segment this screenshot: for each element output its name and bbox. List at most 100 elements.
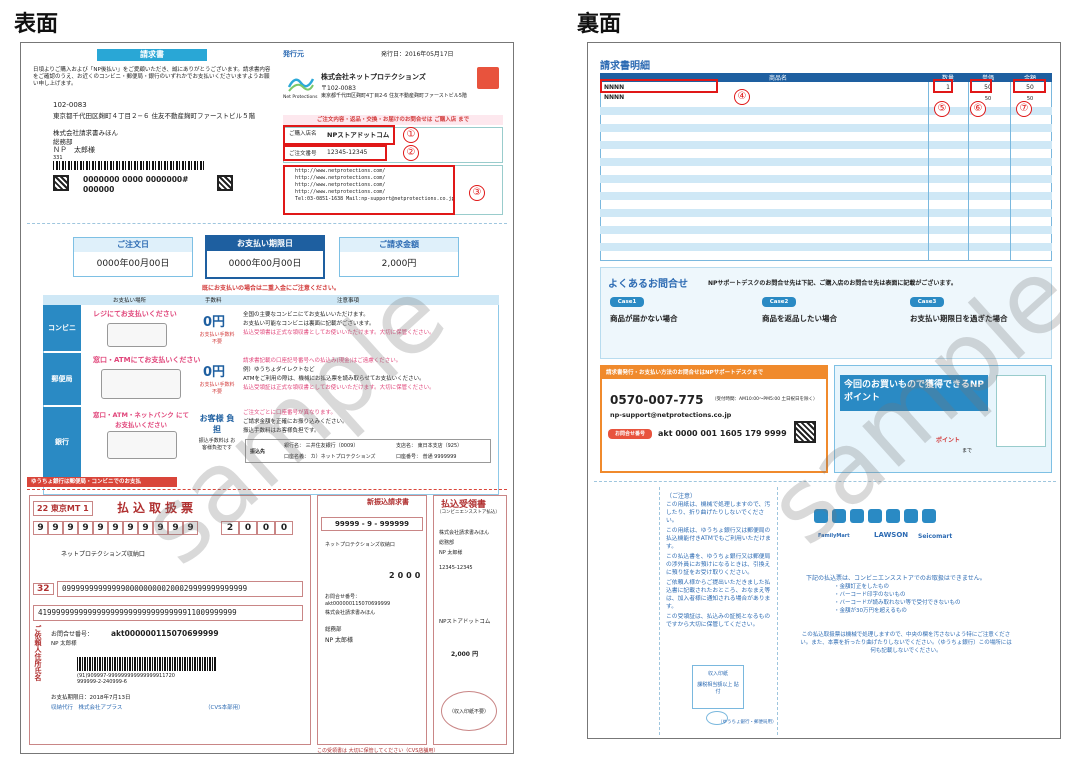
- detail-stripe: [600, 209, 1052, 217]
- recipient-postal: 102-0083: [53, 101, 87, 109]
- notice-item: ご依頼人様からご提出いただきました払込書に記載されたおところ、おなまえ等は、加入…: [666, 580, 771, 610]
- slip-code-2: 32: [33, 583, 54, 595]
- case3-tag: Case3: [910, 297, 944, 307]
- register-illustration: [107, 323, 167, 347]
- digit-cell: 9: [93, 521, 108, 535]
- cvs-note: ・金額が30万円を超えるもの: [834, 608, 907, 614]
- intro-text: 日頃よりご購入および「NP後払い」をご愛顧いただき、誠にありがとうございます。請…: [33, 67, 271, 87]
- row-item: NNNN: [604, 94, 625, 101]
- cvs-note-title: 下記の払込票は、コンビニエンスストアでのお取扱はできません。: [806, 575, 986, 582]
- cvs-note: ・バーコードが読み取れない等で受付できないもの: [834, 600, 961, 606]
- slip-title: 払込取扱票: [117, 501, 198, 515]
- company-logo: [287, 73, 315, 93]
- bank-account: 口座番号： 普通 9999999: [396, 454, 457, 460]
- marker-7: ⑦: [1016, 101, 1032, 117]
- digit-cell: 9: [183, 521, 198, 535]
- company-postal: 〒102-0083: [321, 85, 356, 92]
- place-convenience: コンビニ: [43, 305, 81, 351]
- receipt-right-company: 株式会社請求書みほん: [439, 530, 490, 536]
- post-fee: 0円: [203, 365, 226, 380]
- logo-caption: Net Protections: [283, 95, 318, 100]
- digit-cell: 9: [138, 521, 153, 535]
- point-label: ポイント: [936, 437, 961, 444]
- receipt-payee: ネットプロテクションズ収納口: [325, 542, 395, 548]
- detail-stripe: [600, 141, 1052, 149]
- conv-notes: 全国の主要なコンビニにてお支払いいただけます。 お支払い可能なコンビニは裏面に記…: [243, 311, 493, 338]
- bank-holder: 口座名義： カ）ネットプロテクションズ: [284, 454, 376, 460]
- marker-box-5: [933, 79, 953, 93]
- note-line: 振込手数料はお客様負担です。: [243, 428, 320, 434]
- order-date-label: ご注文日: [74, 238, 192, 252]
- place-post-office: 郵便局: [43, 353, 81, 405]
- barcode-number-1: 0000000 0000 0000000#: [83, 175, 189, 184]
- receipt-digits: 99999 - 9 - 999999: [321, 517, 423, 531]
- slip-np-taro: NP 太郎様: [51, 641, 77, 647]
- detail-stripe: [600, 124, 1052, 132]
- receipt-amount: 2000: [389, 571, 424, 580]
- order-date-box: ご注文日 0000年00月00日: [73, 237, 193, 277]
- brand-badge: [477, 67, 499, 89]
- company-address: 東京都千代田区麹町4丁目2-6 住友不動産麹町ファーストビル5階: [321, 93, 467, 99]
- detail-stripe: [600, 158, 1052, 166]
- case2-text: 商品を返品したい場合: [762, 314, 837, 323]
- atm-illustration: [101, 369, 181, 399]
- digit-cell: 2: [221, 521, 239, 535]
- invoice-title: 請求書: [97, 49, 207, 61]
- digit-cell: 9: [33, 521, 48, 535]
- post-title: 窓口・ATMにてお支払いください: [93, 356, 201, 364]
- store-logo-icon: [904, 509, 918, 523]
- slip-number-label: お問合せ番号：: [51, 631, 94, 638]
- stub-bar: ゆうちょ銀行は郵便局・コンビニでのお支払: [27, 477, 177, 487]
- inquiry-note: ご注文内容・返品・交換・お届けのお問合せは ご購入店 まで: [283, 115, 503, 125]
- front-page: 請求書 日頃よりご購入および「NP後払い」をご愛顧いただき、誠にありがとうござい…: [20, 42, 514, 754]
- support-hours: （受付時間：AM10:00〜PM5:00 土日祝日を除く）: [712, 397, 818, 402]
- store-logo-icon: [832, 509, 846, 523]
- receipt-right-name: NP 太郎様: [439, 550, 463, 556]
- marker-1: ①: [403, 127, 419, 143]
- amount-value: 2,000円: [381, 259, 417, 269]
- marker-box-4: [600, 79, 718, 93]
- recipient-name: ＮＰ 太郎様: [53, 146, 95, 154]
- point-phone-illustration: [996, 375, 1046, 447]
- issuer-label: 発行元: [283, 50, 304, 58]
- support-number-label: お問合せ番号: [608, 429, 652, 439]
- faq-title: よくあるお問合せ: [608, 279, 688, 290]
- marker-2: ②: [403, 145, 419, 161]
- point-title: 今回のお買いもので獲得できるNPポイント: [840, 375, 988, 411]
- notice-item: この払込書を、ゆうちょ銀行又は郵便局の渉外員にお預けになるときは、引換えに預り証…: [666, 554, 771, 576]
- receipt-company: 株式会社請求書みほん: [325, 610, 376, 616]
- store-lawson: LAWSON: [874, 531, 909, 539]
- support-mail: np-support@netprotections.co.jp: [610, 411, 732, 419]
- store-logo-icon: [850, 509, 864, 523]
- conv-fee: 0円: [203, 315, 226, 330]
- marker-box-7: [1013, 79, 1046, 93]
- store-logo-icon: [814, 509, 828, 523]
- store-logo-icon: [886, 509, 900, 523]
- slip-print-date: お支払期限日：2018年7月13日: [51, 695, 131, 701]
- support-number: akt 0000 001 1605 179 9999: [658, 429, 787, 438]
- digit-cell: 9: [48, 521, 63, 535]
- support-tel: 0570-007-775: [610, 393, 704, 407]
- detail-stripe: [600, 243, 1052, 251]
- recipient-address: 東京都千代田区麹町４丁目２−６ 住友不動産麹町ファーストビル５階: [53, 112, 256, 120]
- payment-note: 既にお支払いの場合は二重入金にご注意ください。: [202, 285, 340, 292]
- conv-fee-sub: お支払い手数料 不要: [199, 332, 235, 345]
- post-fee-sub: お支払い手数料 不要: [199, 382, 235, 395]
- receipt-new-title: 新振込請求書: [367, 498, 409, 506]
- receipt-right-order: 12345-12345: [439, 565, 473, 571]
- support-box: [600, 365, 828, 473]
- receipt-name: NP 太郎様: [325, 637, 354, 644]
- bank-fee: お客様 負担: [199, 414, 235, 434]
- barcode-number-2: 000000: [83, 185, 115, 194]
- digit-cell: 9: [108, 521, 123, 535]
- note-line: ATMをご利用の際は、機械にお払込票を読み取らせてお支払いください。: [243, 376, 425, 382]
- receipt-total: 2,000 円: [451, 651, 479, 658]
- note-line: 請求書記載の口座記号番号への払込み(現金)はご遠慮ください。: [243, 358, 402, 364]
- point-until: まで: [962, 448, 973, 454]
- bank-info-label: 振込先: [250, 449, 266, 455]
- receipt-number-value: akt000000115070699999: [325, 601, 391, 607]
- col-item: 商品名: [768, 75, 787, 82]
- cvs-footer: この払込取扱票は機械で処理しますので、中央の欄を汚さないよう特にご注意ください。…: [800, 632, 1012, 654]
- marker-box-2: [283, 145, 387, 161]
- marker-box-6: [970, 79, 992, 93]
